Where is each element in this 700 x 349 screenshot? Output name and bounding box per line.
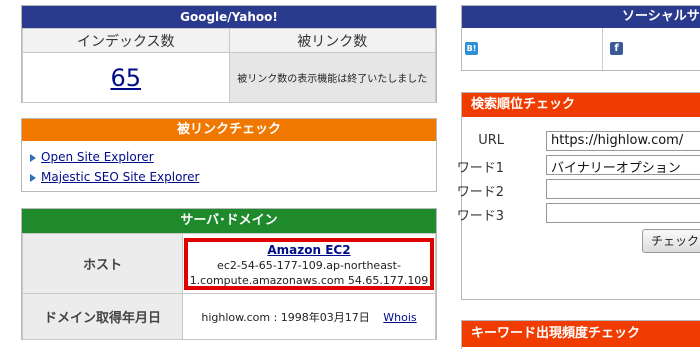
amazon-ec2-link[interactable]: Amazon EC2 <box>267 243 350 257</box>
backlink-check-header: 被リンクチェック <box>22 119 436 141</box>
google-yahoo-panel: Google/Yahoo! インデックス数 被リンク数 65 被リンク数の表示機… <box>21 5 437 103</box>
url-input[interactable]: https://highlow.com/ <box>546 131 700 151</box>
index-count-cell: 65 <box>22 52 230 103</box>
host-line-1: ec2-54-65-177-109.ap-northeast- <box>217 258 401 272</box>
backlink-check-panel: 被リンクチェック Open Site Explorer Majestic SEO… <box>21 118 437 192</box>
list-item: Majestic SEO Site Explorer <box>30 170 199 190</box>
word3-input[interactable] <box>546 203 700 223</box>
host-highlight-box: Amazon EC2 ec2-54-65-177-109.ap-northeas… <box>184 237 434 290</box>
word1-label: ワード1 <box>456 161 504 176</box>
majestic-seo-link[interactable]: Majestic SEO Site Explorer <box>41 170 199 184</box>
server-domain-header: サーバ･ドメイン <box>22 209 436 233</box>
social-header: ソーシャルサ <box>462 6 700 28</box>
host-line-2: 1.compute.amazonaws.com 54.65.177.109 <box>189 273 429 287</box>
backlink-count-header: 被リンク数 <box>228 28 437 53</box>
host-label: ホスト <box>22 233 183 294</box>
open-site-explorer-link[interactable]: Open Site Explorer <box>41 150 154 164</box>
whois-link[interactable]: Whois <box>383 311 416 324</box>
domain-date-value: highlow.com : 1998年03月17日 <box>201 310 370 324</box>
arrow-bullet-icon <box>30 153 36 162</box>
word3-row: ワード3 <box>457 203 700 224</box>
word1-row: ワード1 バイナリーオプション <box>457 155 700 176</box>
domain-date-cell: highlow.com : 1998年03月17日 Whois <box>182 293 436 340</box>
facebook-cell: f <box>602 28 700 70</box>
word2-label: ワード2 <box>456 185 504 200</box>
rank-check-form: URL https://highlow.com/ ワード1 バイナリーオプション… <box>457 131 700 261</box>
word2-input[interactable] <box>546 179 700 199</box>
server-domain-panel: サーバ･ドメイン ホスト Amazon EC2 ec2-54-65-177-10… <box>21 208 437 340</box>
rank-check-panel: 検索順位チェック URL https://highlow.com/ ワード1 バ… <box>457 92 700 300</box>
rank-check-header: 検索順位チェック <box>462 93 700 117</box>
url-row: URL https://highlow.com/ <box>462 131 700 151</box>
word3-label: ワード3 <box>456 209 504 224</box>
facebook-icon[interactable]: f <box>610 42 623 55</box>
index-count-header: インデックス数 <box>22 28 230 53</box>
url-label: URL <box>478 133 504 148</box>
hatena-bookmark-icon[interactable]: B! <box>465 42 478 55</box>
arrow-bullet-icon <box>30 173 36 182</box>
social-panel: ソーシャルサ B! f <box>461 5 700 71</box>
word2-row: ワード2 <box>457 179 700 200</box>
backlink-link-list: Open Site Explorer Majestic SEO Site Exp… <box>30 150 199 190</box>
domain-date-label: ドメイン取得年月日 <box>22 293 183 340</box>
index-count-link[interactable]: 65 <box>110 64 141 92</box>
keyword-freq-header: キーワード出現頻度チェック <box>462 321 700 347</box>
hatena-cell: B! <box>462 28 603 70</box>
backlink-note: 被リンク数の表示機能は終了いたしました <box>228 52 437 103</box>
social-icon-row: B! f <box>462 28 700 70</box>
google-yahoo-header: Google/Yahoo! <box>22 6 436 28</box>
word1-input[interactable]: バイナリーオプション <box>546 155 700 175</box>
list-item: Open Site Explorer <box>30 150 199 170</box>
keyword-freq-panel: キーワード出現頻度チェック <box>461 320 700 349</box>
check-button[interactable]: チェック <box>642 229 700 253</box>
server-table: ホスト Amazon EC2 ec2-54-65-177-109.ap-nort… <box>22 233 436 340</box>
host-value-cell: Amazon EC2 ec2-54-65-177-109.ap-northeas… <box>182 233 436 294</box>
index-table: インデックス数 被リンク数 65 被リンク数の表示機能は終了いたしました <box>22 28 437 103</box>
